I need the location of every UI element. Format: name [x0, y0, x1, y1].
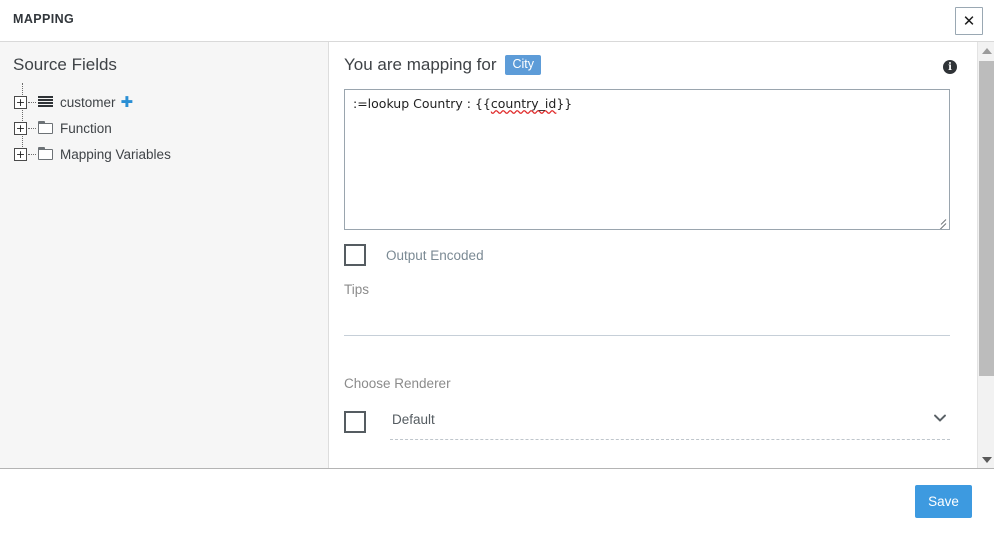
expression-prefix: :=lookup Country : {{	[353, 96, 491, 111]
tree-connector	[28, 128, 36, 129]
tree-item-label: customer	[60, 95, 116, 110]
dialog-content: Source Fields + customer ✚ +	[0, 42, 994, 469]
tips-label: Tips	[344, 282, 369, 297]
mapping-heading: You are mapping for City	[344, 55, 541, 75]
expression-text: :=lookup Country : {{country_id}}	[353, 96, 941, 113]
dialog-footer: Save	[0, 469, 994, 533]
mapping-editor-panel: You are mapping for City i :=lookup Coun…	[329, 42, 994, 468]
tree-item-label: Function	[60, 121, 112, 136]
folder-icon	[37, 121, 55, 135]
close-button[interactable]: ✕	[955, 7, 983, 35]
tree-item-mapping-variables[interactable]: + Mapping Variables	[14, 141, 314, 167]
info-icon[interactable]: i	[943, 60, 957, 74]
output-encoded-row[interactable]: Output Encoded	[344, 244, 484, 266]
mapping-heading-text: You are mapping for	[344, 55, 496, 75]
mapping-dialog: MAPPING ✕ Source Fields + customer ✚	[0, 0, 994, 533]
renderer-selected-value: Default	[392, 412, 435, 427]
expand-icon[interactable]: +	[14, 122, 27, 135]
source-fields-panel: Source Fields + customer ✚ +	[0, 42, 329, 468]
expression-misspelled-token: country_id	[491, 96, 556, 111]
scrollbar-thumb[interactable]	[979, 61, 994, 376]
close-icon: ✕	[963, 14, 976, 29]
expand-icon[interactable]: +	[14, 148, 27, 161]
expression-suffix: }}	[556, 96, 572, 111]
expand-icon[interactable]: +	[14, 96, 27, 109]
page-title: MAPPING	[13, 12, 74, 26]
tree-item-function[interactable]: + Function	[14, 115, 314, 141]
tree-connector	[28, 102, 36, 103]
section-divider	[344, 335, 950, 336]
vertical-scrollbar[interactable]	[977, 42, 994, 468]
chevron-down-icon[interactable]	[933, 414, 946, 427]
tree-item-customer[interactable]: + customer ✚	[14, 89, 314, 115]
source-fields-title: Source Fields	[13, 55, 117, 75]
folder-icon	[37, 147, 55, 161]
scroll-up-arrow-icon[interactable]	[978, 42, 994, 59]
resize-handle-icon[interactable]	[934, 214, 947, 227]
output-encoded-checkbox[interactable]	[344, 244, 366, 266]
save-button[interactable]: Save	[915, 485, 972, 518]
status-badge: City	[505, 55, 541, 75]
add-field-icon[interactable]: ✚	[121, 95, 134, 110]
scroll-down-arrow-icon[interactable]	[978, 451, 994, 468]
renderer-select[interactable]: Default	[390, 406, 950, 440]
output-encoded-label: Output Encoded	[386, 248, 484, 263]
tree-connector	[28, 154, 36, 155]
dialog-titlebar: MAPPING ✕	[0, 0, 994, 42]
expression-input[interactable]: :=lookup Country : {{country_id}}	[344, 89, 950, 230]
choose-renderer-label: Choose Renderer	[344, 376, 451, 391]
renderer-checkbox[interactable]	[344, 411, 366, 433]
tree-item-label: Mapping Variables	[60, 147, 171, 162]
renderer-row: Default	[344, 406, 950, 440]
source-fields-tree: + customer ✚ + Function	[14, 89, 314, 167]
table-icon	[37, 95, 55, 109]
